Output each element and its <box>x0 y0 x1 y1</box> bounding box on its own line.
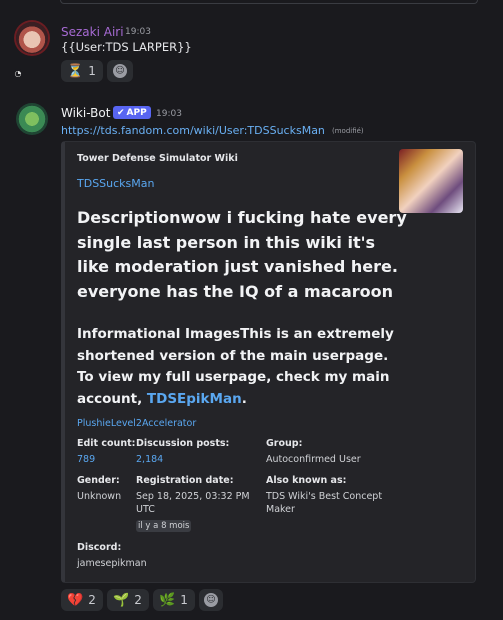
previous-embed-edge <box>60 0 478 4</box>
broken-heart-icon: 💔 <box>67 592 84 608</box>
reaction-count: 2 <box>88 593 96 607</box>
embed-info-end: . <box>241 390 247 407</box>
embed-plushie-link[interactable]: PlushieLevel2Accelerator <box>77 418 196 429</box>
field-registration-value: Sep 18, 2025, 03:32 PM UTC <box>136 491 250 515</box>
verified-check-icon: ✔ <box>117 107 125 118</box>
reaction-sprout[interactable]: 🌱 2 <box>107 589 149 611</box>
field-discord-name: Discord: <box>77 542 122 553</box>
embed-provider: Tower Defense Simulator Wiki <box>77 153 238 164</box>
message-text: {{User:TDS LARPER}} <box>61 40 192 54</box>
field-group-name: Group: <box>266 438 303 449</box>
field-group-value: Autoconfirmed User <box>266 454 361 465</box>
field-also-known-name: Also known as: <box>266 475 347 486</box>
edited-label: (modifié) <box>332 127 364 135</box>
app-badge-label: APP <box>126 107 147 118</box>
reaction-hourglass[interactable]: ⏳ 1 <box>61 60 103 82</box>
smiley-icon: ☺ <box>204 593 218 607</box>
add-reaction-button[interactable]: ☺ <box>107 60 133 82</box>
smiley-icon: ☺ <box>113 64 127 78</box>
wiki-link[interactable]: https://tds.fandom.com/wiki/User:TDSSuck… <box>61 124 325 137</box>
message-sezaki-airi: ◔ Sezaki Airi 19:03 {{User:TDS LARPER}} … <box>0 22 503 88</box>
reaction-count: 1 <box>88 64 96 78</box>
embed-description: Descriptionwow i fucking hate every sing… <box>77 208 407 301</box>
hourglass-icon: ⏳ <box>67 63 84 79</box>
wiki-embed: Tower Defense Simulator Wiki TDSSucksMan… <box>61 141 476 583</box>
field-discord-value: jamesepikman <box>77 558 147 569</box>
reaction-broken-heart[interactable]: 💔 2 <box>61 589 103 611</box>
sprout-icon: 🌱 <box>113 592 130 608</box>
add-reaction-button[interactable]: ☺ <box>199 589 223 611</box>
field-also-known-value: TDS Wiki's Best Concept Maker <box>266 491 383 515</box>
field-discussion-posts-value[interactable]: 2,184 <box>136 453 163 466</box>
avatar[interactable] <box>16 22 48 54</box>
field-edit-count-value[interactable]: 789 <box>77 453 95 466</box>
app-badge: ✔ APP <box>113 106 151 119</box>
embed-info-link[interactable]: TDSEpikMan <box>147 391 242 407</box>
username[interactable]: Wiki-Bot <box>61 106 110 120</box>
embed-title[interactable]: TDSSucksMan <box>77 177 154 190</box>
timestamp: 19:03 <box>125 27 151 37</box>
status-icon: ◔ <box>13 69 23 79</box>
field-gender-value: Unknown <box>77 491 122 502</box>
field-discussion-posts-name: Discussion posts: <box>136 438 230 449</box>
timestamp: 19:03 <box>156 109 182 119</box>
username[interactable]: Sezaki Airi <box>61 25 124 39</box>
field-edit-count-name: Edit count: <box>77 438 136 449</box>
herb-icon: 🌿 <box>159 592 176 608</box>
embed-thumbnail[interactable] <box>399 149 463 213</box>
reaction-herb[interactable]: 🌿 1 <box>153 589 195 611</box>
reaction-count: 2 <box>134 593 142 607</box>
relative-date-badge: il y a 8 mois <box>136 520 192 532</box>
field-registration-name: Registration date: <box>136 475 234 486</box>
reaction-count: 1 <box>180 593 188 607</box>
embed-info: Informational ImagesThis is an extremely… <box>77 324 407 410</box>
field-gender-name: Gender: <box>77 475 120 486</box>
avatar[interactable] <box>16 103 48 135</box>
